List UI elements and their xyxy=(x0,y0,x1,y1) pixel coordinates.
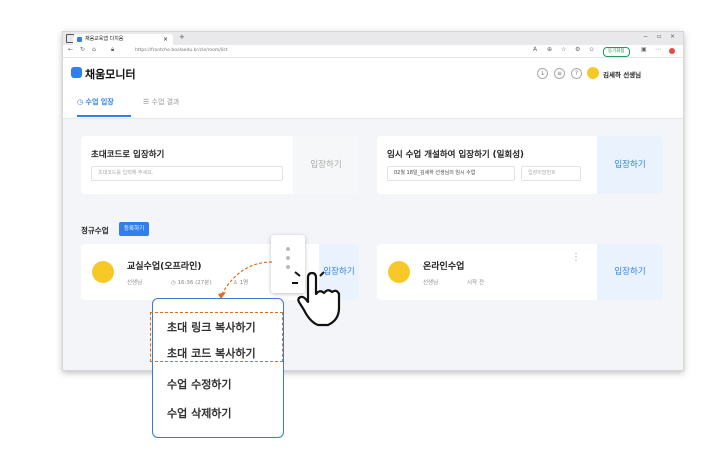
nav-tabs: ◷ 수업 입장 ☰ 수업 결과 xyxy=(63,88,683,119)
lock-icon: 🔒︎ xyxy=(111,46,115,53)
app-logo[interactable]: 채움모니터 xyxy=(85,66,136,82)
help-icon[interactable]: ? xyxy=(571,68,582,79)
invite-card-title: 초대코드로 입장하기 xyxy=(91,150,165,160)
invite-code-card: 초대코드로 입장하기 초대코드를 입력해 주세요. 입장하기 xyxy=(81,136,359,194)
temp-class-card: 임시 수업 개설하여 입장하기 (일회성) 02월 18일_김세하 선생님의 임… xyxy=(377,136,663,194)
minimize-icon[interactable]: − xyxy=(643,33,648,40)
class-context-menu: 초대 링크 복사하기 초대 코드 복사하기 수업 수정하기 수업 삭제하기 xyxy=(150,298,284,438)
tab-class-results-label: 수업 결과 xyxy=(151,98,180,106)
class-avatar-icon xyxy=(92,261,114,283)
edge-profile-icon[interactable] xyxy=(669,48,675,54)
read-aloud-icon[interactable]: A xyxy=(533,46,537,53)
close-window-icon[interactable]: × xyxy=(670,33,675,40)
logo-icon xyxy=(71,67,82,78)
temp-class-name-input[interactable]: 02월 18일_김세하 선생님의 임시 수업 xyxy=(387,166,515,181)
url-field[interactable]: https://frontche.boolaedu.kr/cle/room/li… xyxy=(135,47,227,55)
kebab-menu-icon[interactable]: ⋮ xyxy=(571,252,581,263)
user-name[interactable]: 김세하 선생님 xyxy=(603,69,641,79)
sync-badge[interactable]: 동기화됨 xyxy=(603,47,630,57)
download-icon[interactable]: ↓ xyxy=(537,68,548,79)
menu-copy-invite-link[interactable]: 초대 링크 복사하기 xyxy=(167,319,256,335)
temp-password-placeholder: 입장비밀번호 xyxy=(528,170,556,176)
home-icon[interactable]: ⌂ xyxy=(92,46,96,53)
class-name: 온라인수업 xyxy=(423,262,465,272)
tab-class-enter-label: 수업 입장 xyxy=(85,98,114,106)
tab-title: 채움교육앱 다치움 xyxy=(85,36,124,42)
tab-strip: 채움교육앱 다치움 × + − ▫ × xyxy=(63,32,683,45)
class-teacher: 선생님 xyxy=(423,280,439,286)
class-status: 시작 전 xyxy=(467,280,484,286)
invite-code-placeholder: 초대코드를 입력해 주세요. xyxy=(98,170,154,176)
tab-close-icon[interactable]: × xyxy=(163,34,168,45)
class-avatar-icon xyxy=(388,261,410,283)
favicon-icon xyxy=(77,37,82,42)
tab-class-enter[interactable]: ◷ 수업 입장 xyxy=(77,97,114,107)
hand-pointer-icon xyxy=(292,271,341,327)
register-button[interactable]: 등록하기 xyxy=(119,222,150,236)
address-bar: ← ↻ ⌂ 🔒︎ https://frontche.boolaedu.kr/cl… xyxy=(63,45,683,58)
avatar[interactable] xyxy=(587,67,599,79)
tab-class-results[interactable]: ☰ 수업 결과 xyxy=(143,97,180,107)
zoom-icon[interactable]: ⊕ xyxy=(547,46,552,53)
temp-enter-button[interactable]: 입장하기 xyxy=(597,136,663,194)
kebab-dot-icon xyxy=(286,247,290,251)
favorites-bar-icon[interactable]: ✩ xyxy=(589,46,594,53)
online-enter-button[interactable]: 입장하기 xyxy=(597,244,663,300)
message-icon[interactable]: ≡ xyxy=(554,68,565,79)
menu-edit-class[interactable]: 수업 수정하기 xyxy=(167,376,232,392)
clock-icon: ◷ xyxy=(77,98,86,106)
temp-password-input[interactable]: 입장비밀번호 xyxy=(521,166,581,181)
class-teacher: 선생님 xyxy=(127,280,143,286)
invite-enter-button[interactable]: 입장하기 xyxy=(293,136,359,194)
callout-arrow-icon xyxy=(218,261,273,299)
refresh-icon[interactable]: ↻ xyxy=(80,46,85,53)
extension-icon[interactable]: ⚙ xyxy=(575,46,580,53)
more-icon[interactable]: ⋯ xyxy=(655,46,661,53)
new-tab-icon[interactable]: + xyxy=(179,33,185,41)
menu-copy-invite-code[interactable]: 초대 코드 복사하기 xyxy=(167,345,256,361)
maximize-icon[interactable]: ▫ xyxy=(657,33,661,40)
invite-code-input[interactable]: 초대코드를 입력해 주세요. xyxy=(91,166,283,181)
favorite-icon[interactable]: ☆ xyxy=(561,46,566,53)
menu-delete-class[interactable]: 수업 삭제하기 xyxy=(167,405,232,421)
class-time-value: 16:36 (27분) xyxy=(177,280,212,286)
back-icon[interactable]: ← xyxy=(68,46,73,53)
temp-card-title: 임시 수업 개설하여 입장하기 (일회성) xyxy=(387,150,524,160)
class-card-online[interactable]: 온라인수업 선생님 시작 전 ⋮ 입장하기 xyxy=(377,244,663,300)
active-tab-indicator xyxy=(77,115,131,117)
browser-tab[interactable]: 채움교육앱 다치움 × xyxy=(73,34,173,45)
class-name: 교실수업(오프라인) xyxy=(127,262,202,272)
kebab-dot-icon xyxy=(286,256,290,260)
class-time: ◷ 16:36 (27분) xyxy=(171,280,212,286)
kebab-dot-icon xyxy=(286,265,290,269)
regular-section-title: 정규수업 xyxy=(81,226,109,235)
collections-icon[interactable]: ▣ xyxy=(641,46,647,53)
list-icon: ☰ xyxy=(143,98,152,106)
app-header: 채움모니터 ↓ ≡ ? 김세하 선생님 xyxy=(63,58,683,88)
temp-class-name-value: 02월 18일_김세하 선생님의 임시 수업 xyxy=(394,170,476,176)
